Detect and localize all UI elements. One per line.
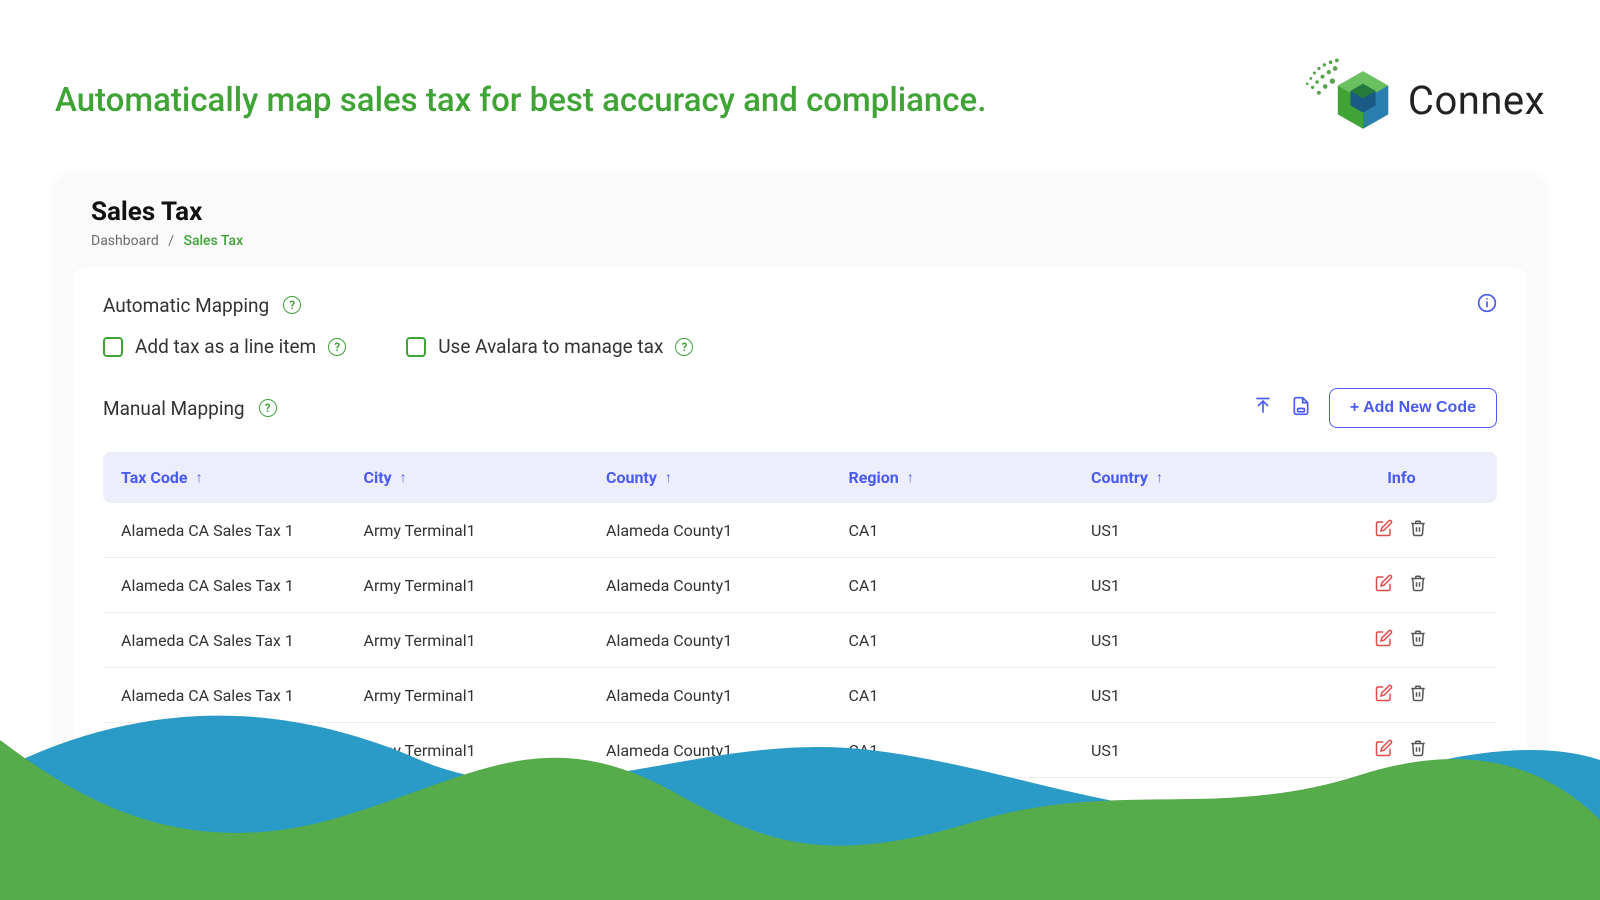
help-icon[interactable]: ? (259, 399, 277, 417)
breadcrumb-root[interactable]: Dashboard (91, 233, 159, 249)
row-actions (1324, 629, 1479, 651)
edit-icon[interactable] (1375, 629, 1393, 651)
sort-asc-icon: ↑ (400, 469, 407, 486)
edit-icon[interactable] (1375, 684, 1393, 706)
add-tax-line-item-checkbox[interactable] (103, 337, 123, 357)
cell-county: Alameda County1 (606, 631, 849, 650)
col-label: Info (1387, 468, 1415, 487)
add-tax-line-item-label: Add tax as a line item (135, 335, 316, 358)
cell-county: Alameda County1 (606, 576, 849, 595)
marketing-headline: Automatically map sales tax for best acc… (55, 81, 986, 120)
cell-region: CA1 (849, 521, 1092, 540)
automatic-mapping-label: Automatic Mapping (103, 294, 269, 317)
cell-city: Army Terminal1 (364, 631, 607, 650)
col-county[interactable]: County ↑ (606, 468, 849, 487)
breadcrumb: Dashboard / Sales Tax (91, 233, 1509, 249)
row-actions (1324, 794, 1479, 816)
col-country[interactable]: Country ↑ (1091, 468, 1324, 487)
cell-tax-code: Alameda CA Sales Tax 1 (121, 576, 364, 595)
cell-tax-code: Alameda CA Sales Tax 1 (121, 521, 364, 540)
edit-icon[interactable] (1375, 794, 1393, 816)
cell-city: Army Terminal1 (364, 576, 607, 595)
row-actions (1324, 574, 1479, 596)
help-icon[interactable]: ? (283, 296, 301, 314)
col-region[interactable]: Region ↑ (849, 468, 1092, 487)
sort-asc-icon: ↑ (1156, 469, 1163, 486)
edit-icon[interactable] (1375, 739, 1393, 761)
sort-asc-icon: ↑ (196, 469, 203, 486)
col-city[interactable]: City ↑ (364, 468, 607, 487)
cell-county: a Count (606, 796, 849, 815)
col-tax-code[interactable]: Tax Code ↑ (121, 468, 364, 487)
cell-country: US1 (1091, 686, 1324, 705)
cell-region: CA1 (849, 631, 1092, 650)
page-title: Sales Tax (91, 197, 1509, 227)
help-icon[interactable]: ? (328, 338, 346, 356)
use-avalara-label: Use Avalara to manage tax (438, 335, 663, 358)
breadcrumb-separator: / (168, 233, 174, 249)
cell-county: Alameda County1 (606, 686, 849, 705)
cell-region: CA1 (849, 741, 1092, 760)
brand-logo: Connex (1300, 55, 1545, 145)
cell-region: CA1 (849, 686, 1092, 705)
cell-city: Army Terminal1 (364, 521, 607, 540)
table-row: Alameda CA Sales Tax 1Army Terminal1Alam… (103, 503, 1497, 558)
sort-asc-icon: ↑ (665, 469, 672, 486)
edit-icon[interactable] (1375, 574, 1393, 596)
edit-icon[interactable] (1375, 519, 1393, 541)
table-header: Tax Code ↑ City ↑ County ↑ Region ↑ Country ↑… (103, 452, 1497, 503)
col-label: Region (849, 468, 899, 487)
trash-icon[interactable] (1409, 574, 1427, 596)
table-row: Alameda CA Sales Tax 1Army Terminal1Alam… (103, 613, 1497, 668)
file-export-icon[interactable] (1291, 396, 1311, 420)
cell-city: Army Terminal1 (364, 686, 607, 705)
sort-asc-icon: ↑ (907, 469, 914, 486)
trash-icon[interactable] (1409, 519, 1427, 541)
cell-county: Alameda County1 (606, 521, 849, 540)
brand-name: Connex (1408, 77, 1545, 124)
manual-mapping-label: Manual Mapping (103, 397, 245, 420)
cell-country: US1 (1091, 631, 1324, 650)
cell-county: Alameda County1 (606, 741, 849, 760)
breadcrumb-current: Sales Tax (183, 233, 243, 249)
cell-country: US1 (1091, 576, 1324, 595)
row-actions (1324, 519, 1479, 541)
col-label: Tax Code (121, 468, 188, 487)
trash-icon[interactable] (1409, 629, 1427, 651)
cell-tax-code: Alameda CA Sales Tax 1 (121, 631, 364, 650)
cell-country: US1 (1091, 521, 1324, 540)
table-row: Alameda CA Sales Tax 1Army Terminal1Alam… (103, 668, 1497, 723)
upload-icon[interactable] (1253, 396, 1273, 420)
hexagon-logo-icon (1300, 55, 1390, 145)
table-row: Alameda CA Sales Tax 1Army Terminal1Alam… (103, 723, 1497, 778)
cell-city: A (364, 796, 607, 815)
info-icon[interactable] (1477, 293, 1497, 317)
cell-country: US1 (1091, 741, 1324, 760)
main-card: Sales Tax Dashboard / Sales Tax Automati… (55, 175, 1545, 795)
cell-tax-code: Alameda CA Sales Tax 1 (121, 741, 364, 760)
trash-icon[interactable] (1409, 739, 1427, 761)
cell-city: Army Terminal1 (364, 741, 607, 760)
help-icon[interactable]: ? (675, 338, 693, 356)
tax-codes-table: Tax Code ↑ City ↑ County ↑ Region ↑ Country ↑… (103, 452, 1497, 833)
add-new-code-button[interactable]: + Add New Code (1329, 388, 1497, 428)
settings-panel: Automatic Mapping ? Add tax as a line it… (73, 267, 1527, 807)
cell-region: CA1 (849, 576, 1092, 595)
table-row: Alameda CA Sales Tax 1Army Terminal1Alam… (103, 558, 1497, 613)
row-actions (1324, 684, 1479, 706)
cell-tax-code: Alameda CA Sales Tax 1 (121, 686, 364, 705)
use-avalara-checkbox[interactable] (406, 337, 426, 357)
table-row: Aa Count (103, 778, 1497, 833)
trash-icon[interactable] (1409, 684, 1427, 706)
row-actions (1324, 739, 1479, 761)
trash-icon[interactable] (1409, 794, 1427, 816)
col-label: City (364, 468, 392, 487)
col-label: Country (1091, 468, 1148, 487)
col-label: County (606, 468, 657, 487)
col-info: Info (1324, 468, 1479, 487)
